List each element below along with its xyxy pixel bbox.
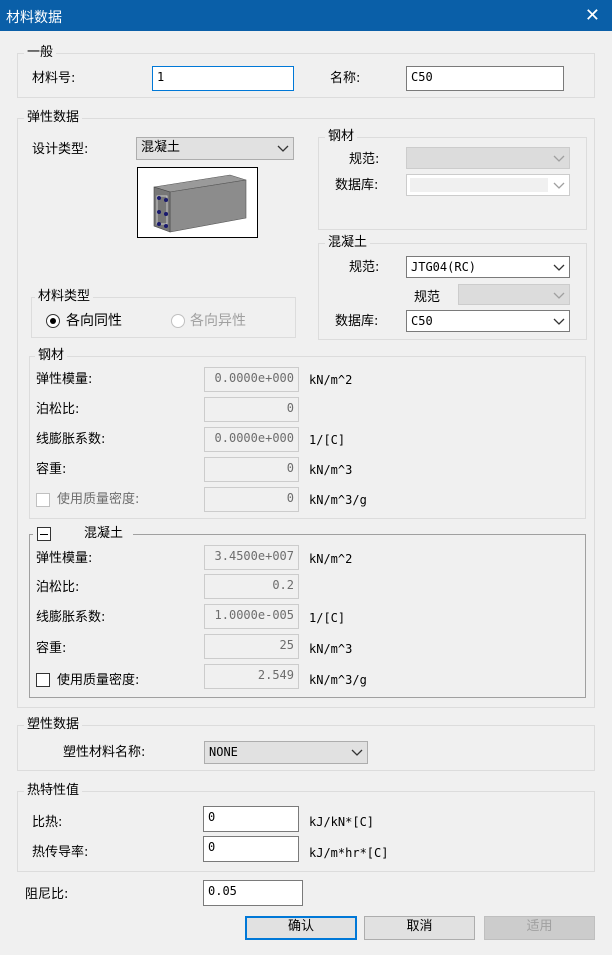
- concrete-subcode-select[interactable]: [458, 284, 570, 305]
- concrete-subcode-label: 规范: [414, 290, 441, 305]
- specific-heat-unit: kJ/kN*[C]: [309, 815, 375, 829]
- ok-button[interactable]: 确认: [245, 916, 357, 940]
- concrete-mass-input[interactable]: 2.549: [204, 664, 299, 689]
- steel-mass-unit: kN/m^3/g: [309, 493, 367, 507]
- concrete-code-label: 规范:: [349, 260, 380, 275]
- design-type-select[interactable]: 混凝土: [136, 137, 294, 160]
- apply-button[interactable]: 适用: [484, 916, 595, 940]
- steel-weight-unit: kN/m^3: [309, 463, 353, 477]
- concrete-thermal-unit: 1/[C]: [309, 611, 346, 625]
- anisotropic-label[interactable]: 各向异性: [190, 313, 246, 329]
- steel-mass-input[interactable]: 0: [204, 487, 299, 512]
- thermal-group-label: 热特性值: [24, 783, 83, 798]
- chevron-down-icon: [553, 318, 565, 325]
- concrete-code-group-label: 混凝土: [325, 235, 371, 250]
- concrete-db-label: 数据库:: [335, 314, 379, 329]
- steel-mass-label: 使用质量密度:: [57, 492, 140, 507]
- steel-thermal-label: 线膨胀系数:: [36, 432, 106, 447]
- steel-db-inner: [410, 178, 548, 192]
- window-title: 材料数据: [6, 10, 62, 26]
- steel-modulus-label: 弹性模量:: [36, 372, 93, 387]
- section-image: [137, 167, 258, 238]
- concrete-props-group-label: 混凝土: [84, 526, 124, 541]
- concrete-beam-icon: [153, 174, 247, 233]
- material-no-input[interactable]: 1: [152, 66, 294, 91]
- steel-db-select[interactable]: [406, 174, 570, 196]
- collapse-icon[interactable]: [37, 527, 51, 541]
- isotropic-radio[interactable]: [46, 314, 60, 328]
- close-icon[interactable]: ✕: [585, 5, 600, 26]
- name-label: 名称:: [330, 71, 361, 86]
- concrete-modulus-input[interactable]: 3.4500e+007: [204, 545, 299, 570]
- name-input[interactable]: C50: [406, 66, 564, 91]
- chevron-down-icon: [553, 155, 565, 162]
- chevron-down-icon: [553, 182, 565, 189]
- thermal-group: [17, 791, 595, 872]
- specific-heat-input[interactable]: 0: [203, 806, 299, 832]
- material-no-label: 材料号:: [32, 71, 76, 86]
- concrete-modulus-unit: kN/m^2: [309, 552, 353, 566]
- design-type-value: 混凝土: [141, 140, 181, 155]
- elastic-group-label: 弹性数据: [24, 110, 83, 125]
- chevron-down-icon: [553, 292, 565, 299]
- isotropic-label[interactable]: 各向同性: [66, 313, 122, 329]
- concrete-db-value: C50: [411, 314, 433, 328]
- concrete-poisson-label: 泊松比:: [36, 580, 80, 595]
- steel-poisson-input[interactable]: 0: [204, 397, 299, 422]
- plastic-group-label: 塑性数据: [24, 717, 83, 732]
- concrete-weight-input[interactable]: 25: [204, 634, 299, 659]
- concrete-db-select[interactable]: C50: [406, 310, 570, 332]
- plastic-name-select[interactable]: NONE: [204, 741, 368, 764]
- material-type-group-label: 材料类型: [35, 289, 94, 304]
- cancel-button[interactable]: 取消: [364, 916, 475, 940]
- plastic-name-value: NONE: [209, 745, 238, 759]
- conductivity-label: 热传导率:: [32, 845, 89, 860]
- steel-mass-checkbox[interactable]: [36, 493, 50, 507]
- steel-code-group-label: 钢材: [325, 129, 358, 144]
- steel-props-group-label: 钢材: [35, 348, 68, 363]
- concrete-mass-unit: kN/m^3/g: [309, 673, 367, 687]
- concrete-weight-label: 容重:: [36, 641, 67, 656]
- steel-code-select[interactable]: [406, 147, 570, 169]
- damping-label: 阻尼比:: [25, 887, 69, 902]
- chevron-down-icon: [277, 145, 289, 152]
- steel-poisson-label: 泊松比:: [36, 402, 80, 417]
- steel-modulus-unit: kN/m^2: [309, 373, 353, 387]
- title-bar: 材料数据 ✕: [0, 0, 612, 31]
- concrete-code-value: JTG04(RC): [411, 260, 477, 274]
- steel-thermal-unit: 1/[C]: [309, 433, 346, 447]
- concrete-mass-checkbox[interactable]: [36, 673, 50, 687]
- concrete-thermal-input[interactable]: 1.0000e-005: [204, 604, 299, 629]
- concrete-weight-unit: kN/m^3: [309, 642, 353, 656]
- steel-modulus-input[interactable]: 0.0000e+000: [204, 367, 299, 392]
- concrete-props-header: 混凝土: [33, 526, 133, 542]
- steel-weight-label: 容重:: [36, 462, 67, 477]
- damping-input[interactable]: 0.05: [203, 880, 303, 906]
- plastic-name-label: 塑性材料名称:: [63, 745, 146, 760]
- steel-weight-input[interactable]: 0: [204, 457, 299, 482]
- concrete-thermal-label: 线膨胀系数:: [36, 610, 106, 625]
- conductivity-input[interactable]: 0: [203, 836, 299, 862]
- concrete-modulus-label: 弹性模量:: [36, 551, 93, 566]
- collapse-icon-bar: [40, 534, 48, 535]
- chevron-down-icon: [351, 749, 363, 756]
- conductivity-unit: kJ/m*hr*[C]: [309, 846, 389, 860]
- steel-thermal-input[interactable]: 0.0000e+000: [204, 427, 299, 452]
- concrete-poisson-input[interactable]: 0.2: [204, 574, 299, 599]
- chevron-down-icon: [553, 264, 565, 271]
- concrete-code-select[interactable]: JTG04(RC): [406, 256, 570, 278]
- general-group-label: 一般: [24, 45, 57, 60]
- steel-db-label: 数据库:: [335, 178, 379, 193]
- design-type-label: 设计类型:: [32, 142, 89, 157]
- anisotropic-radio[interactable]: [171, 314, 185, 328]
- steel-code-label: 规范:: [349, 152, 380, 167]
- concrete-mass-label: 使用质量密度:: [57, 673, 140, 688]
- specific-heat-label: 比热:: [32, 815, 63, 830]
